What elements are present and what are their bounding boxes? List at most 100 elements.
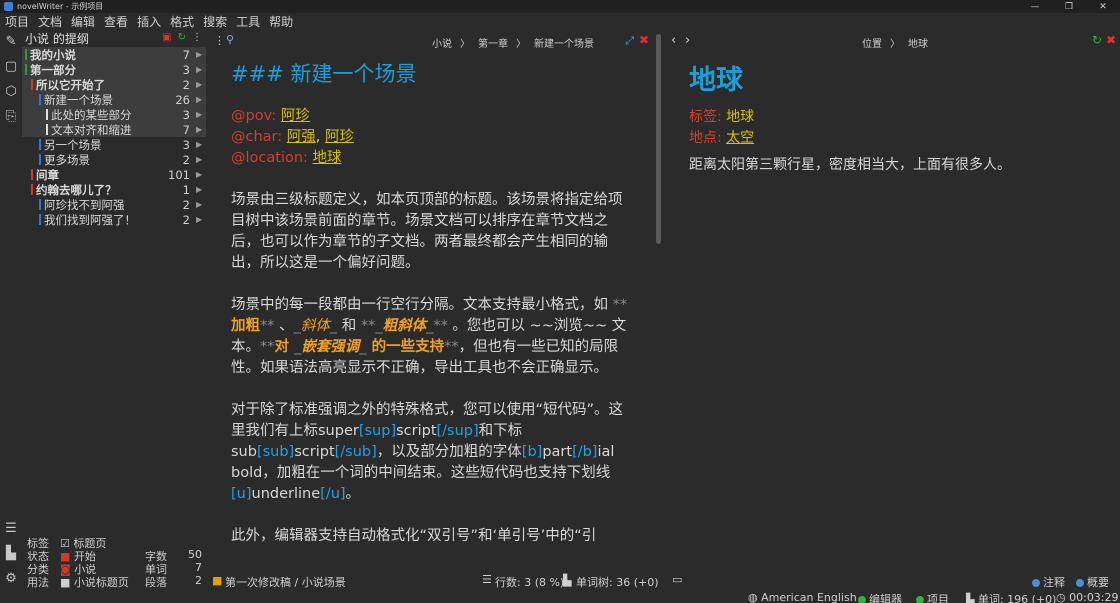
- tree-item[interactable]: 我们找到阿强了！ 2 ▶: [22, 212, 206, 227]
- tree-item-label: 间章: [36, 167, 59, 182]
- tree-item[interactable]: 约翰去哪儿了？ 1 ▶: [22, 182, 206, 197]
- tree-item-label: 我的小说: [30, 47, 76, 62]
- tree-item[interactable]: 阿珍找不到阿强 2 ▶: [22, 197, 206, 212]
- chevron-right-icon[interactable]: ▶: [196, 185, 206, 194]
- tree-item[interactable]: 文本对齐和缩进 7 ▶: [22, 122, 206, 137]
- menu-project[interactable]: 项目: [5, 13, 29, 30]
- build-icon[interactable]: ⎘: [3, 108, 19, 124]
- menu-document[interactable]: 文档: [38, 13, 62, 30]
- stats-icon[interactable]: ▙: [3, 545, 19, 561]
- tree-header: 小说 的提纲 ▣ ↻ ⋮: [22, 30, 206, 46]
- editor-scroll-thumb[interactable]: [656, 34, 661, 244]
- chevron-right-icon[interactable]: ▶: [196, 65, 206, 74]
- editor-search-icon[interactable]: ⚲: [226, 33, 234, 46]
- close-window-button[interactable]: ✕: [1086, 0, 1120, 13]
- meta-location: @location: 地球: [231, 150, 342, 166]
- tree-item-status-bar: [31, 79, 33, 90]
- tree-item-count: 1: [182, 182, 190, 197]
- tree-item-status-bar: [31, 169, 33, 180]
- tree-close-icon[interactable]: ▣: [162, 32, 171, 44]
- tree-item-count: 3: [182, 137, 190, 152]
- tree-item-count: 7: [182, 122, 190, 137]
- tree-item[interactable]: 我的小说 7 ▶: [22, 47, 206, 62]
- overview-toggle[interactable]: 概要: [1076, 574, 1109, 590]
- viewer-back-icon[interactable]: ‹: [671, 33, 676, 48]
- outline-icon[interactable]: ⬡: [3, 83, 19, 99]
- tree-item-label: 此处的某些部分: [51, 107, 132, 122]
- chevron-right-icon[interactable]: ▶: [196, 125, 206, 134]
- tree-title: 小说 的提纲: [25, 31, 89, 46]
- tree-item-label: 第一部分: [30, 62, 76, 77]
- tree-item[interactable]: 另一个场景 3 ▶: [22, 137, 206, 152]
- chevron-right-icon[interactable]: ▶: [196, 170, 206, 179]
- menu-edit[interactable]: 编辑: [71, 13, 95, 30]
- viewer-refresh-icon[interactable]: ↻: [1092, 33, 1102, 47]
- editor-close-icon[interactable]: ✖: [639, 33, 649, 47]
- viewer-close-icon[interactable]: ✖: [1106, 33, 1116, 47]
- paragraph-3: 对于除了标准强调之外的特殊格式，您可以使用“短代码”。这里我们有上标super[…: [231, 402, 624, 502]
- tree-item-count: 101: [168, 167, 190, 182]
- doc-status-text: 第一次修改稿 / 小说场景: [225, 576, 346, 589]
- tree-item-count: 2: [182, 212, 190, 227]
- minimize-button[interactable]: —: [1018, 0, 1052, 13]
- chevron-right-icon[interactable]: ▶: [196, 50, 206, 59]
- viewer-tag-line: 标签: 地球: [689, 109, 755, 125]
- tree-item[interactable]: 新建一个场景 26 ▶: [22, 92, 206, 107]
- editor-scrollbar[interactable]: [654, 30, 663, 570]
- menu-help[interactable]: 帮助: [269, 13, 293, 30]
- tree-item[interactable]: 此处的某些部分 3 ▶: [22, 107, 206, 122]
- editor-menu-icon[interactable]: ⋮: [214, 34, 225, 47]
- tree-item-status-bar: [46, 124, 48, 135]
- tree-item[interactable]: 第一部分 3 ▶: [22, 62, 206, 77]
- tree-item-label: 所以它开始了: [36, 77, 105, 92]
- tree-item-count: 2: [182, 197, 190, 212]
- tree-item-label: 约翰去哪儿了？: [36, 182, 117, 197]
- viewer-loc-line: 地点: 太空: [689, 130, 755, 146]
- editor-maximize-icon[interactable]: ⤢: [625, 34, 634, 48]
- legend-usage-titlepage: ■ 小说标题页: [60, 576, 129, 589]
- document-viewer: ‹ › 位置〉地球 ↻ ✖ 地球 标签: 地球 地点: 太空 距离太阳第三颗行星…: [668, 30, 1120, 570]
- chevron-right-icon[interactable]: ▶: [196, 95, 206, 104]
- viewer-body: 距离太阳第三颗行星，密度相当大，上面有很多人。: [689, 157, 1011, 173]
- meta-block: @pov: 阿珍 @char: 阿强, 阿珍 @location: 地球: [231, 106, 631, 169]
- menu-format[interactable]: 格式: [170, 13, 194, 30]
- chevron-right-icon[interactable]: ▶: [196, 80, 206, 89]
- tree-item-status-bar: [46, 109, 48, 120]
- menu-view[interactable]: 查看: [104, 13, 128, 30]
- chevron-right-icon[interactable]: ▶: [196, 140, 206, 149]
- meta-pov: @pov: 阿珍: [231, 108, 310, 124]
- settings-gear-icon[interactable]: ⚙: [3, 570, 19, 586]
- project-tree-icon[interactable]: ✎: [3, 33, 19, 49]
- legend-value-words: 7: [195, 561, 202, 574]
- chevron-right-icon[interactable]: ▶: [196, 110, 206, 119]
- tree-item-label: 阿珍找不到阿强: [44, 197, 125, 212]
- tree-item-label: 更多场景: [44, 152, 90, 167]
- project-tree: 小说 的提纲 ▣ ↻ ⋮ 我的小说 7 ▶ 第一部分 3 ▶ 所以它开始了 2 ▶ 新建一个场景 2…: [22, 30, 206, 531]
- tree-item[interactable]: 间章 101 ▶: [22, 167, 206, 182]
- tree-item-count: 2: [182, 152, 190, 167]
- tree-refresh-icon[interactable]: ↻: [178, 32, 186, 44]
- chevron-right-icon[interactable]: ▶: [196, 200, 206, 209]
- chevron-right-icon[interactable]: ▶: [196, 215, 206, 224]
- viewer-panel-icon[interactable]: ▭: [672, 573, 682, 586]
- viewer-forward-icon[interactable]: ›: [685, 33, 690, 48]
- chevron-right-icon[interactable]: ▶: [196, 155, 206, 164]
- notes-toggle[interactable]: 注释: [1032, 574, 1065, 590]
- tree-menu-icon[interactable]: ⋮: [192, 32, 202, 44]
- line-count: 行数: 3 (8 %): [495, 576, 565, 589]
- viewer-breadcrumb: 位置〉地球: [862, 39, 928, 50]
- menu-tools[interactable]: 工具: [236, 13, 260, 30]
- legend-value-paras: 2: [195, 574, 202, 587]
- maximize-button[interactable]: ❐: [1052, 0, 1086, 13]
- details-icon[interactable]: ☰: [3, 520, 19, 536]
- menu-search[interactable]: 搜索: [203, 13, 227, 30]
- menu-insert[interactable]: 插入: [137, 13, 161, 30]
- tree-item[interactable]: 所以它开始了 2 ▶: [22, 77, 206, 92]
- tree-item-status-bar: [39, 139, 41, 150]
- viewer-title: 地球: [689, 65, 743, 96]
- editor-text[interactable]: ### 新建一个场景 @pov: 阿珍 @char: 阿强, 阿珍 @locat…: [231, 58, 631, 568]
- app-icon: [4, 2, 13, 11]
- novel-view-icon[interactable]: ▢: [3, 58, 19, 74]
- tree-item[interactable]: 更多场景 2 ▶: [22, 152, 206, 167]
- word-count-tree: 单词树: 36 (+0): [576, 576, 659, 589]
